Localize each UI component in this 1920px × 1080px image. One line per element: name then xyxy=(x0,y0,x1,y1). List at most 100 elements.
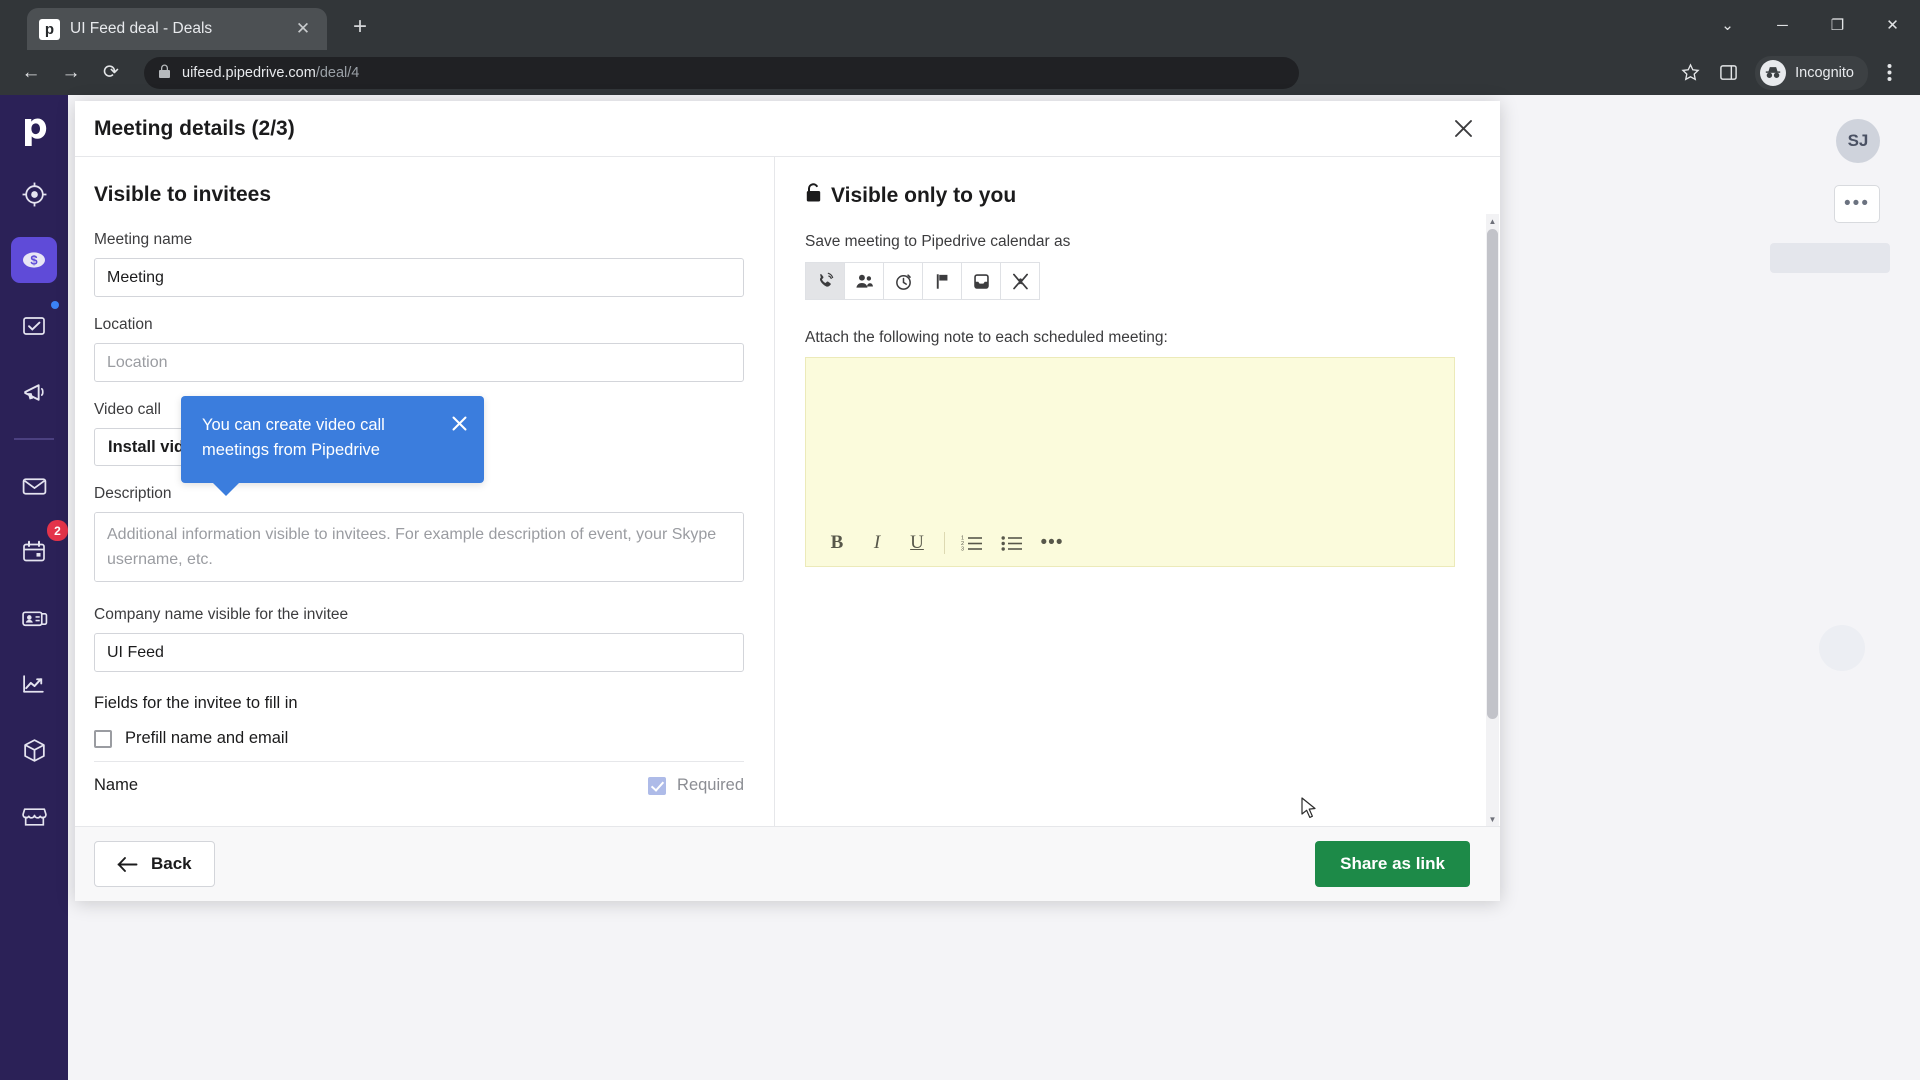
maximize-window-icon[interactable]: ❐ xyxy=(1810,0,1865,50)
scroll-up-arrow[interactable]: ▲ xyxy=(1486,214,1499,228)
browser-menu-icon[interactable] xyxy=(1872,56,1906,90)
user-avatar[interactable]: SJ xyxy=(1836,119,1880,163)
required-toggle-group[interactable]: Required xyxy=(648,776,744,795)
company-name-field: Company name visible for the invitee xyxy=(94,606,744,672)
note-text-area[interactable] xyxy=(806,358,1454,520)
scrollbar-thumb[interactable] xyxy=(1487,229,1498,719)
calendar-icon xyxy=(23,540,45,562)
mouse-cursor xyxy=(1301,797,1316,818)
arrow-left-icon xyxy=(117,856,138,872)
new-tab-button[interactable]: + xyxy=(345,12,375,42)
stopwatch-icon xyxy=(895,273,911,290)
box-icon xyxy=(23,738,45,762)
activity-type-group xyxy=(805,262,1466,300)
svg-text:$: $ xyxy=(30,253,38,268)
modal-footer: Back Share as link xyxy=(75,826,1500,901)
location-label: Location xyxy=(94,316,153,333)
underline-button[interactable]: U xyxy=(898,526,936,560)
svg-text:3: 3 xyxy=(961,547,964,553)
activity-type-meeting-button[interactable] xyxy=(844,262,884,300)
modal-vertical-scrollbar[interactable]: ▲ ▼ xyxy=(1486,214,1499,826)
forward-nav-icon[interactable]: → xyxy=(54,56,88,90)
people-icon xyxy=(855,274,873,288)
back-nav-icon[interactable]: ← xyxy=(14,56,48,90)
close-tooltip-icon[interactable] xyxy=(451,415,468,463)
lock-icon xyxy=(805,183,822,209)
sidebar-item-calendar[interactable]: 2 xyxy=(11,520,68,575)
description-label: Description xyxy=(94,485,172,502)
required-checkbox[interactable] xyxy=(648,776,667,795)
sidebar-item-contacts[interactable] xyxy=(11,595,57,641)
calendar-as-label: Save meeting to Pipedrive calendar as xyxy=(805,233,1071,250)
target-icon xyxy=(22,182,46,206)
sidebar-item-activities[interactable] xyxy=(11,301,59,349)
line-chart-icon xyxy=(22,674,44,693)
meeting-name-field: Meeting name xyxy=(94,231,744,297)
prefill-checkbox[interactable] xyxy=(94,729,112,748)
lock-icon xyxy=(158,64,171,82)
location-input[interactable] xyxy=(94,343,744,382)
bulleted-list-button[interactable] xyxy=(993,526,1031,560)
notification-dot xyxy=(51,301,59,309)
sidebar-item-mail[interactable] xyxy=(11,463,57,509)
side-panel-icon[interactable] xyxy=(1711,56,1745,90)
more-formatting-button[interactable]: ••• xyxy=(1033,526,1071,560)
bulleted-list-icon xyxy=(1001,536,1022,551)
activity-type-email-button[interactable] xyxy=(961,262,1001,300)
pipedrive-logo-icon[interactable] xyxy=(12,109,56,153)
description-textarea[interactable] xyxy=(94,512,744,582)
italic-button[interactable]: I xyxy=(858,526,896,560)
reload-icon[interactable]: ⟳ xyxy=(94,56,128,90)
share-as-link-button[interactable]: Share as link xyxy=(1315,841,1470,887)
activity-type-deadline-button[interactable] xyxy=(883,262,923,300)
close-modal-icon[interactable] xyxy=(1446,112,1480,146)
activity-type-task-button[interactable] xyxy=(922,262,962,300)
back-button-label: Back xyxy=(151,854,192,873)
location-field: Location xyxy=(94,316,744,382)
sidebar-item-leads-inbox[interactable] xyxy=(11,171,57,217)
meeting-name-input[interactable] xyxy=(94,258,744,297)
ordered-list-icon: 123 xyxy=(961,536,982,553)
sidebar-item-deals[interactable]: $ xyxy=(11,237,57,283)
browser-toolbar: ← → ⟳ uifeed.pipedrive.com/deal/4 Incogn… xyxy=(0,50,1920,95)
bold-button[interactable]: B xyxy=(818,526,856,560)
close-tab-icon[interactable]: ✕ xyxy=(291,17,315,41)
note-label: Attach the following note to each schedu… xyxy=(805,329,1168,346)
sidebar-item-marketplace[interactable] xyxy=(11,793,57,839)
required-label: Required xyxy=(677,776,744,794)
sidebar-item-campaigns[interactable] xyxy=(11,369,57,415)
incognito-profile-button[interactable]: Incognito xyxy=(1755,55,1868,90)
activity-type-lunch-button[interactable] xyxy=(1000,262,1040,300)
page-content: SJ ••• $ 2 Meeting details (2/3) Visible… xyxy=(0,95,1920,1080)
visible-to-invitees-panel: Visible to invitees Meeting name Locatio… xyxy=(75,157,775,826)
megaphone-icon xyxy=(23,383,44,401)
modal-header: Meeting details (2/3) xyxy=(75,101,1500,157)
meeting-note-editor: B I U 123 ••• xyxy=(805,357,1455,567)
meeting-name-label: Meeting name xyxy=(94,231,193,248)
prefill-name-email-row[interactable]: Prefill name and email xyxy=(94,729,744,748)
invitee-field-name: Name xyxy=(94,776,139,794)
sidebar-item-insights[interactable] xyxy=(11,661,57,707)
profile-label: Incognito xyxy=(1795,64,1854,81)
company-name-input[interactable] xyxy=(94,633,744,672)
minimize-group-icon[interactable]: ⌄ xyxy=(1700,0,1755,50)
close-window-icon[interactable]: ✕ xyxy=(1865,0,1920,50)
more-actions-button[interactable]: ••• xyxy=(1834,185,1880,223)
address-bar[interactable]: uifeed.pipedrive.com/deal/4 xyxy=(144,56,1299,89)
sidebar-item-products[interactable] xyxy=(11,727,57,773)
company-name-label: Company name visible for the invitee xyxy=(94,606,349,623)
back-button[interactable]: Back xyxy=(94,841,215,887)
scroll-down-arrow[interactable]: ▼ xyxy=(1486,812,1499,826)
invitee-field-row-name: Name Required xyxy=(94,762,744,805)
browser-tab[interactable]: p UI Feed deal - Deals ✕ xyxy=(27,8,327,50)
ordered-list-button[interactable]: 123 xyxy=(953,526,991,560)
phone-call-icon xyxy=(819,272,833,287)
bookmark-star-icon[interactable] xyxy=(1673,56,1707,90)
prefill-label: Prefill name and email xyxy=(125,729,289,747)
background-placeholder-circle xyxy=(1819,625,1865,671)
minimize-window-icon[interactable]: ─ xyxy=(1755,0,1810,50)
url-text: uifeed.pipedrive.com/deal/4 xyxy=(182,64,360,81)
activity-type-call-button[interactable] xyxy=(805,262,845,300)
meeting-details-modal: Meeting details (2/3) Visible to invitee… xyxy=(75,101,1500,901)
invitee-fields-title: Fields for the invitee to fill in xyxy=(94,694,298,712)
